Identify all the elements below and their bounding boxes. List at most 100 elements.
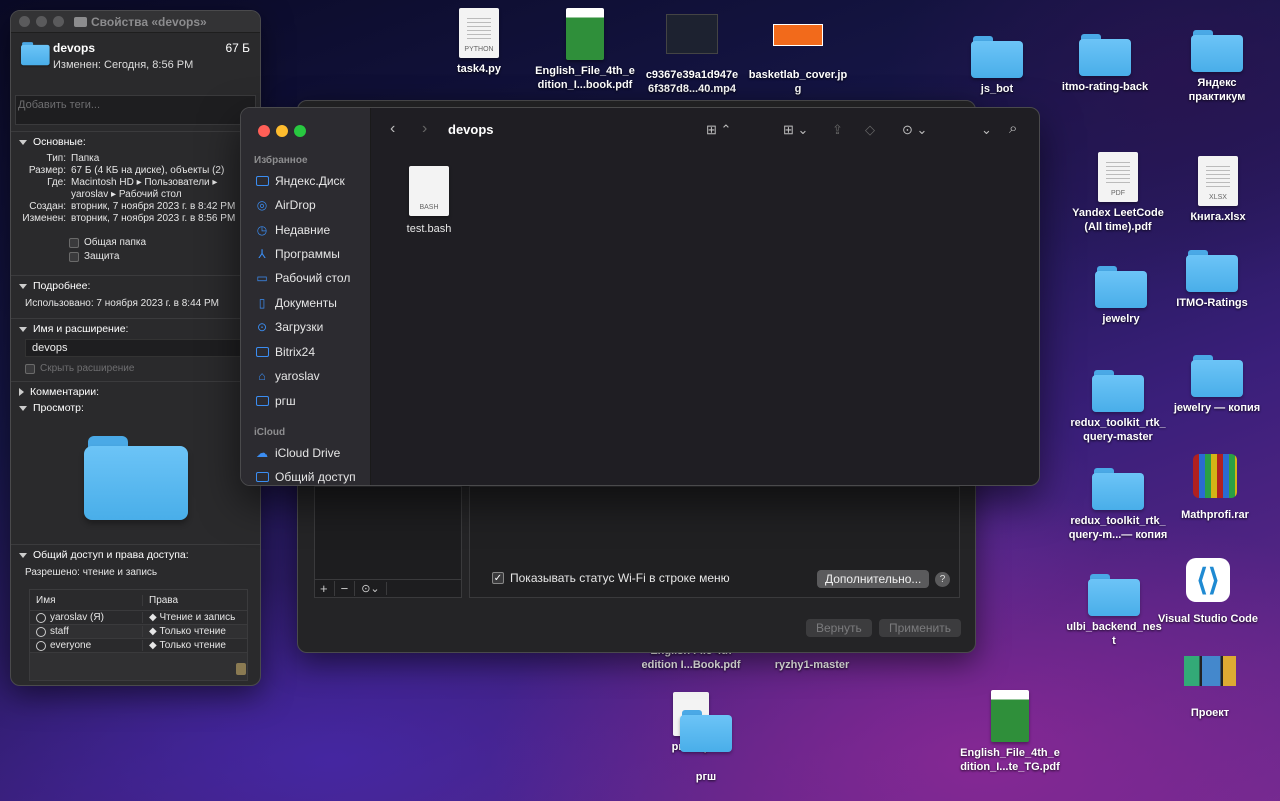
user-icon: [36, 612, 46, 623]
desktop-item[interactable]: Проект: [1150, 656, 1270, 720]
table-row[interactable]: yaroslav (Я) ◆ Чтение и запись: [30, 610, 247, 624]
sidebar-item-desktop[interactable]: ▭ Рабочий стол: [255, 271, 350, 285]
desktop-item[interactable]: c9367e39a1d947e 6f387d8...40.mp4: [632, 14, 752, 96]
desktop-item[interactable]: XLSX Книга.xlsx: [1158, 156, 1278, 224]
rar-archive-icon: [1193, 454, 1237, 498]
desktop-item[interactable]: ргш: [646, 708, 766, 784]
table-row[interactable]: staff ◆ Только чтение: [30, 624, 247, 638]
name-field[interactable]: devops: [25, 339, 252, 357]
general-header[interactable]: Основные:: [19, 136, 252, 148]
desktop-item[interactable]: English_File_4th_e dition_I...te_TG.pdf: [950, 690, 1070, 774]
add-button[interactable]: +: [314, 581, 335, 596]
apps-icon: ⅄: [258, 247, 266, 261]
desktop-item[interactable]: js_bot: [937, 34, 1057, 96]
zoom-button[interactable]: [294, 125, 306, 137]
action-menu-button[interactable]: ⊙⌄: [355, 582, 387, 595]
folder-icon: [255, 175, 269, 187]
sidebar-item-documents[interactable]: ▯ Документы: [255, 296, 337, 310]
book-pdf-icon: [566, 8, 604, 60]
sidebar-item-downloads[interactable]: ⊙ Загрузки: [255, 320, 323, 334]
chevron-down-icon: [19, 552, 27, 558]
apply-button[interactable]: Применить: [879, 619, 962, 637]
folder-icon: [255, 346, 269, 358]
desktop-item[interactable]: Яндекс практикум: [1157, 28, 1277, 104]
vscode-icon: ⟨⟩: [1186, 558, 1230, 602]
help-button[interactable]: ?: [935, 572, 950, 587]
name-ext-header[interactable]: Имя и расширение:: [19, 323, 252, 335]
wifi-status-checkbox[interactable]: ✓: [492, 572, 504, 584]
revert-button[interactable]: Вернуть: [806, 619, 872, 637]
privilege-select[interactable]: ◆ Только чтение: [142, 626, 226, 637]
locked-checkbox[interactable]: [69, 251, 79, 262]
desktop-icon: ▭: [256, 271, 268, 285]
desktop-item[interactable]: English_File_4th_e dition_I...book.pdf: [525, 8, 645, 92]
shared-folder-checkbox[interactable]: [69, 237, 79, 248]
sidebar-item-bitrix24[interactable]: Bitrix24: [255, 345, 315, 359]
desktop-item[interactable]: itmo-rating-back: [1045, 32, 1165, 94]
folder-title: devops: [448, 122, 494, 137]
desktop-item[interactable]: ryzhy1-master: [752, 654, 872, 672]
sidebar-item-icloud-drive[interactable]: ☁ iCloud Drive: [255, 446, 340, 460]
finder-window: Избранное Яндекс.Диск ◎ AirDrop ◷ Недавние…: [240, 107, 1040, 486]
size-row: Размер: 67 Б (4 КБ на диске), объекты (2): [28, 165, 225, 176]
hide-extension-checkbox[interactable]: [25, 363, 35, 374]
desktop-item[interactable]: ITMO-Ratings: [1152, 248, 1272, 310]
hide-extension-option[interactable]: Скрыть расширение: [25, 363, 252, 374]
sidebar-item-recents[interactable]: ◷ Недавние: [255, 223, 330, 237]
zoom-button[interactable]: [53, 16, 64, 27]
folder-icon: [1191, 28, 1243, 72]
close-button[interactable]: [19, 16, 30, 27]
sidebar-item-rgsh[interactable]: ргш: [255, 394, 296, 408]
more-actions-icon[interactable]: ⊙ ⌄: [902, 122, 927, 138]
table-empty: [30, 652, 247, 680]
sidebar-item-yandex-disk[interactable]: Яндекс.Диск: [255, 174, 345, 188]
desktop-item[interactable]: basketlab_cover.jp g: [738, 24, 858, 96]
table-row[interactable]: everyone ◆ Только чтение: [30, 638, 247, 652]
lock-icon[interactable]: [236, 663, 246, 675]
sidebar-item-home[interactable]: ⌂ yaroslav: [255, 369, 319, 383]
chevron-down-icon[interactable]: ⌄: [981, 122, 992, 138]
icloud-header: iCloud: [254, 427, 286, 438]
chevron-right-icon: [19, 388, 24, 396]
minimize-button[interactable]: [276, 125, 288, 137]
folder-icon: [680, 708, 732, 752]
locked-option[interactable]: Защита: [69, 251, 252, 262]
preview-section: Просмотр:: [11, 402, 260, 544]
window-controls: [258, 125, 312, 137]
tags-field[interactable]: Добавить теги...: [15, 95, 256, 125]
shared-folder-option[interactable]: Общая папка: [69, 237, 252, 248]
sidebar-item-applications[interactable]: ⅄ Программы: [255, 247, 340, 261]
privilege-select[interactable]: ◆ Чтение и запись: [142, 612, 235, 623]
tag-icon[interactable]: ◇: [865, 122, 875, 138]
desktop-item[interactable]: PYTHON task4.py: [419, 8, 539, 76]
home-icon: ⌂: [258, 369, 266, 383]
comments-header[interactable]: Комментарии:: [19, 386, 252, 398]
desktop-item[interactable]: redux_toolkit_rtk_ query-m...— копия: [1058, 466, 1178, 542]
group-by-icon[interactable]: ⊞ ⌄: [783, 122, 808, 138]
privilege-select[interactable]: ◆ Только чтение: [142, 640, 226, 651]
bash-file-icon: BASH: [409, 166, 449, 216]
remove-button[interactable]: −: [335, 581, 356, 596]
preview-image: [19, 414, 252, 540]
folder-icon: [83, 432, 188, 608]
share-icon[interactable]: ⇪: [832, 122, 843, 138]
sidebar-item-airdrop[interactable]: ◎ AirDrop: [255, 198, 316, 212]
view-mode-icon[interactable]: ⊞ ⌃: [706, 122, 731, 138]
preview-header[interactable]: Просмотр:: [19, 402, 252, 414]
chevron-down-icon: [19, 283, 27, 289]
more-info-header[interactable]: Подробнее:: [19, 280, 252, 292]
interface-list-controls: + − ⊙⌄: [314, 579, 462, 597]
sidebar-item-shared[interactable]: Общий доступ: [255, 470, 356, 484]
minimize-button[interactable]: [36, 16, 47, 27]
folder-icon: [21, 41, 50, 66]
search-icon[interactable]: ⌕: [1009, 120, 1017, 137]
advanced-button[interactable]: Дополнительно...: [817, 570, 930, 588]
file-item[interactable]: BASH test.bash: [399, 166, 459, 235]
forward-button[interactable]: ›: [422, 120, 427, 138]
back-button[interactable]: ‹: [390, 120, 395, 138]
modified-date: Изменен: Сегодня, 8:56 PM: [53, 59, 194, 71]
desktop-item[interactable]: ulbi_backend_nes t: [1054, 572, 1174, 648]
desktop-item[interactable]: redux_toolkit_rtk_ query-master: [1058, 368, 1178, 444]
close-button[interactable]: [258, 125, 270, 137]
wifi-status-option[interactable]: ✓ Показывать статус Wi-Fi в строке меню: [492, 571, 730, 585]
